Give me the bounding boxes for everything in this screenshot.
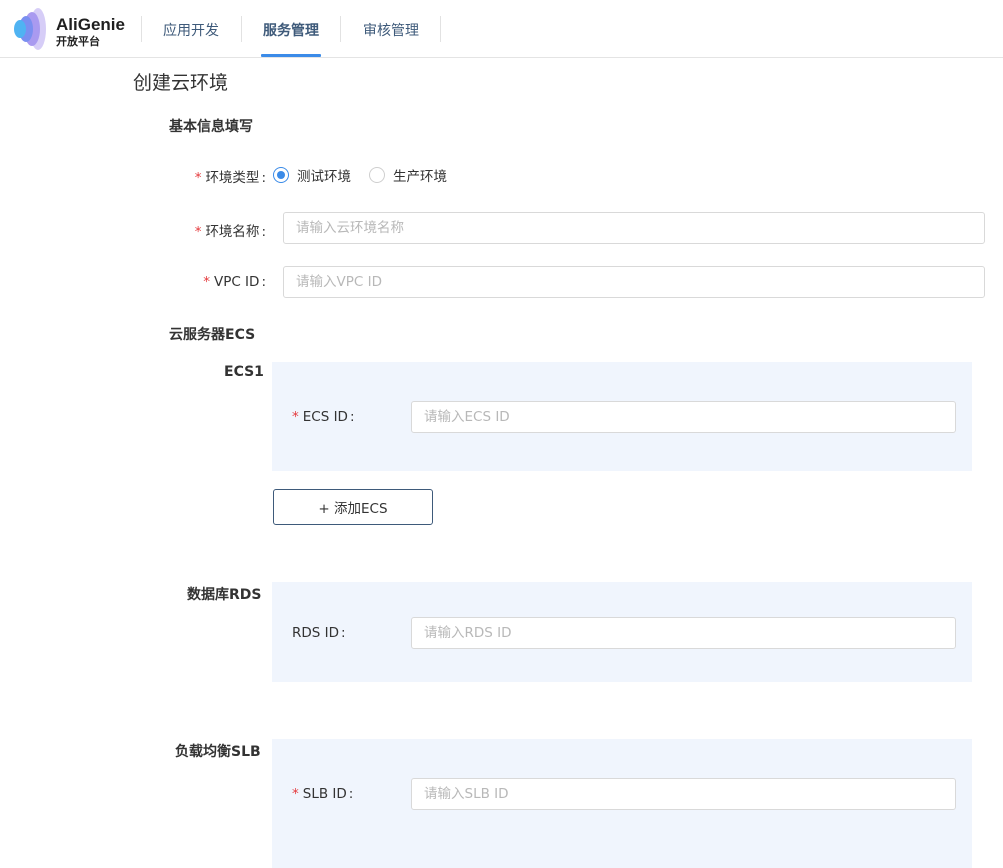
ecs-group-label: ECS1 [224, 364, 264, 380]
slb-id-label: * SLB ID: [292, 786, 354, 802]
nav-divider [141, 16, 142, 42]
required-mark: * [194, 170, 202, 186]
nav-divider [241, 16, 242, 42]
vpc-id-label: * VPC ID: [203, 274, 266, 290]
brand-name: AliGenie [56, 15, 125, 34]
top-navigation-bar: AliGenie 开放平台 应用开发 服务管理 审核管理 [0, 0, 1003, 58]
nav-service-management[interactable]: 服务管理 [263, 20, 319, 40]
env-name-label: * 环境名称: [194, 224, 266, 240]
rds-id-input[interactable] [411, 617, 956, 649]
vpc-id-input[interactable] [283, 266, 985, 298]
env-name-input[interactable] [283, 212, 985, 244]
required-mark: * [203, 274, 210, 290]
basic-info-section-title: 基本信息填写 [169, 119, 253, 135]
radio-prod-env[interactable]: 生产环境 [369, 167, 447, 185]
ecs-id-input[interactable] [411, 401, 956, 433]
radio-checked-icon [273, 167, 289, 183]
radio-test-env[interactable]: 测试环境 [273, 167, 351, 185]
nav-app-development[interactable]: 应用开发 [163, 20, 219, 40]
nav-divider [340, 16, 341, 42]
page-title: 创建云环境 [133, 72, 229, 94]
nav-review-management[interactable]: 审核管理 [363, 20, 419, 40]
required-mark: * [292, 409, 299, 425]
slb-section-title: 负载均衡SLB [175, 744, 261, 760]
aligenie-logo[interactable]: AliGenie 开放平台 [12, 6, 132, 52]
radio-unchecked-icon [369, 167, 385, 183]
ecs-section-title: 云服务器ECS [169, 327, 256, 343]
radio-prod-env-label: 生产环境 [393, 169, 447, 185]
rds-id-label: RDS ID: [292, 625, 346, 641]
active-nav-indicator [261, 54, 321, 57]
radio-test-env-label: 测试环境 [297, 169, 351, 185]
required-mark: * [292, 786, 299, 802]
add-ecs-button[interactable]: + 添加ECS [273, 489, 433, 525]
nav-divider [440, 16, 441, 42]
slb-id-input[interactable] [411, 778, 956, 810]
required-mark: * [194, 224, 202, 240]
aligenie-logo-icon [14, 8, 46, 50]
brand-subtitle: 开放平台 [56, 35, 100, 48]
ecs-id-label: * ECS ID: [292, 409, 355, 425]
rds-section-title: 数据库RDS [187, 587, 262, 603]
env-type-label: * 环境类型: [194, 170, 266, 186]
